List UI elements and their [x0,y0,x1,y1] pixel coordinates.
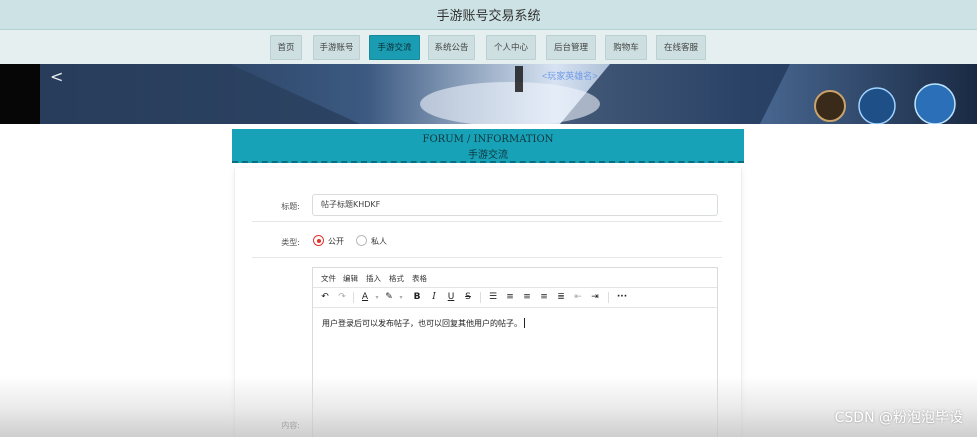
content-label: 内容: [281,421,300,430]
underline-icon[interactable]: U [445,291,457,304]
title-label: 标题: [281,202,300,211]
menu-edit[interactable]: 编辑 [343,273,358,284]
toolbar-separator [608,292,609,303]
redo-icon[interactable]: ↷ [336,291,348,304]
site-title: 手游账号交易系统 [436,9,541,24]
divider [252,221,722,222]
nav-item-announcements[interactable]: 系统公告 [428,35,475,60]
nav-item-customer-service[interactable]: 在线客服 [656,35,706,60]
nav-item-home[interactable]: 首页 [270,35,302,60]
menu-file[interactable]: 文件 [321,273,336,284]
nav-item-game-accounts[interactable]: 手游账号 [313,35,360,60]
top-bar: 手游账号交易系统 [0,0,977,29]
font-color-icon[interactable]: A [359,291,371,304]
chevron-down-icon[interactable]: ▾ [395,291,407,304]
align-right-icon[interactable]: ≡ [538,291,550,304]
menu-format[interactable]: 格式 [389,273,404,284]
forum-title-en: FORUM / INFORMATION [422,134,554,145]
type-label: 类型: [281,238,300,247]
align-center-icon[interactable]: ≡ [521,291,533,304]
banner-image: <玩家英雄名> < [0,64,977,124]
strikethrough-icon[interactable]: S [462,291,474,304]
watermark: CSDN @粉泡泡毕设 [834,410,963,426]
type-private-radio[interactable] [356,235,367,246]
divider [252,257,722,258]
bold-icon[interactable]: B [411,291,423,304]
editor-toolbar: ↶ ↷ A ▾ ✎ ▾ B I U S ☰ ≡ ≡ ≡ ≣ ⇤ ⇥ ··· [313,288,717,308]
menu-table[interactable]: 表格 [412,273,427,284]
type-public-radio[interactable] [313,235,324,246]
rich-text-editor: 文件 编辑 插入 格式 表格 ↶ ↷ A ▾ ✎ ▾ B I U S ☰ ≡ ≡… [312,267,718,437]
svg-text:<: < [50,67,63,86]
banner-overlay-text: <玩家英雄名> [542,70,598,81]
forum-title-cn: 手游交流 [468,150,508,161]
editor-menubar: 文件 编辑 插入 格式 表格 [313,268,717,288]
more-icon[interactable]: ··· [616,291,628,304]
type-public-label[interactable]: 公开 [328,236,344,247]
chevron-down-icon[interactable]: ▾ [371,291,383,304]
bullet-list-icon[interactable]: ☰ [487,291,499,304]
type-radio-group: 公开 私人 [313,235,433,249]
editor-content-area[interactable]: 用户登录后可以发布帖子，也可以回复其他用户的帖子。 [313,309,717,437]
align-left-icon[interactable]: ≡ [504,291,516,304]
main-nav: 首页 手游账号 手游交流 系统公告 个人中心 后台管理 购物车 在线客服 [0,29,977,64]
toolbar-separator [353,292,354,303]
nav-item-cart[interactable]: 购物车 [605,35,647,60]
indent-icon[interactable]: ⇥ [589,291,601,304]
italic-icon[interactable]: I [428,291,440,304]
editor-content-text: 用户登录后可以发布帖子，也可以回复其他用户的帖子。 [322,319,522,328]
menu-insert[interactable]: 插入 [366,273,381,284]
outdent-icon[interactable]: ⇤ [572,291,584,304]
highlight-icon[interactable]: ✎ [383,291,395,304]
type-private-label[interactable]: 私人 [371,236,387,247]
nav-item-game-forum[interactable]: 手游交流 [369,35,420,60]
nav-item-admin[interactable]: 后台管理 [546,35,596,60]
forum-header: FORUM / INFORMATION 手游交流 [232,129,744,163]
align-justify-icon[interactable]: ≣ [555,291,567,304]
toolbar-separator [480,292,481,303]
title-input[interactable]: 帖子标题KHDKF [312,194,718,216]
nav-item-profile[interactable]: 个人中心 [486,35,536,60]
undo-icon[interactable]: ↶ [319,291,331,304]
text-cursor [524,318,525,328]
